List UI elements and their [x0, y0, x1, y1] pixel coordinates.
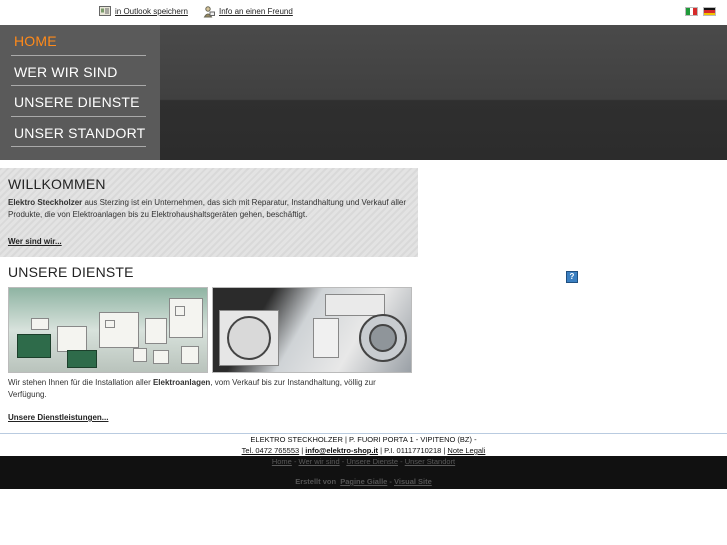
- save-in-outlook-label: in Outlook speichern: [115, 6, 188, 16]
- services-text-start: Wir stehen Ihnen für die Installation al…: [8, 378, 153, 387]
- footer-nav-separator: -: [291, 457, 299, 466]
- footer-nav-home[interactable]: Home: [272, 457, 292, 466]
- welcome-title: WILLKOMMEN: [8, 176, 106, 192]
- services-text: Wir stehen Ihnen für die Installation al…: [8, 377, 412, 401]
- services-title: UNSERE DIENSTE: [8, 264, 134, 280]
- services-images: [8, 287, 412, 373]
- welcome-text: Elektro Steckholzer aus Sterzing ist ein…: [8, 197, 410, 221]
- friend-person-icon: [203, 6, 215, 18]
- visual-site-link[interactable]: Visual Site: [394, 477, 432, 486]
- flag-italy-icon[interactable]: [685, 7, 698, 16]
- footer-nav-services[interactable]: Unsere Dienste: [346, 457, 398, 466]
- outlook-card-icon: [99, 6, 111, 16]
- credit-prefix: Erstellt von: [295, 477, 337, 486]
- footer-contact-line: Tel. 0472 765553 | info@elektro-shop.it …: [0, 445, 727, 456]
- footer-phone-link[interactable]: Tel. 0472 765553: [242, 446, 300, 455]
- services-section: UNSERE DIENSTE Wir stehen Ihnen für die …: [0, 264, 420, 422]
- welcome-section: WILLKOMMEN Elektro Steckholzer aus Sterz…: [0, 168, 418, 257]
- footer-email-link[interactable]: info@elektro-shop.it: [305, 446, 378, 455]
- language-switcher: [685, 7, 716, 16]
- our-services-link[interactable]: Unsere Dienstleistungen...: [8, 413, 412, 422]
- footer-navigation-bar: Home - Wer wir sind - Unsere Dienste - U…: [0, 456, 727, 489]
- help-icon[interactable]: ?: [566, 271, 578, 283]
- nav-item-location[interactable]: UNSER STANDORT: [11, 117, 146, 147]
- tell-a-friend-link[interactable]: Info an einen Freund: [203, 6, 293, 18]
- main-navigation: HOME WER WIR SIND UNSERE DIENSTE UNSER S…: [0, 25, 160, 160]
- header-banner: HOME WER WIR SIND UNSERE DIENSTE UNSER S…: [0, 25, 727, 160]
- footer-nav-about-us[interactable]: Wer wir sind: [299, 457, 340, 466]
- nav-item-home[interactable]: HOME: [11, 25, 146, 56]
- flag-germany-icon[interactable]: [703, 7, 716, 16]
- nav-item-about-us[interactable]: WER WIR SIND: [11, 56, 146, 86]
- home-appliances-image: [212, 287, 412, 373]
- footer-nav: Home - Wer wir sind - Unsere Dienste - U…: [0, 456, 727, 466]
- about-us-link[interactable]: Wer sind wir...: [8, 237, 62, 246]
- footer-contact: ELEKTRO STECKHOLZER | P. FUORI PORTA 1 -…: [0, 433, 727, 456]
- tell-a-friend-label: Info an einen Freund: [219, 6, 293, 16]
- nav-item-services[interactable]: UNSERE DIENSTE: [11, 86, 146, 117]
- footer-nav-separator: -: [398, 457, 405, 466]
- footer-address: ELEKTRO STECKHOLZER | P. FUORI PORTA 1 -…: [250, 435, 477, 444]
- top-utility-bar: in Outlook speichern Info an einen Freun…: [0, 0, 727, 25]
- welcome-company-name: Elektro Steckholzer: [8, 198, 83, 207]
- footer-vat-number: P.I. 01117710218: [384, 446, 442, 455]
- pagine-gialle-link[interactable]: Pagine Gialle: [340, 477, 387, 486]
- footer-legal-link[interactable]: Note Legali: [447, 446, 485, 455]
- footer-credit: Erstellt von Pagine Gialle - Visual Site: [0, 477, 727, 486]
- services-text-highlight: Elektroanlagen: [152, 378, 211, 387]
- credit-dash: -: [387, 477, 394, 486]
- electrical-installations-image: [8, 287, 208, 373]
- save-in-outlook-link[interactable]: in Outlook speichern: [99, 6, 188, 16]
- footer-nav-location[interactable]: Unser Standort: [405, 457, 455, 466]
